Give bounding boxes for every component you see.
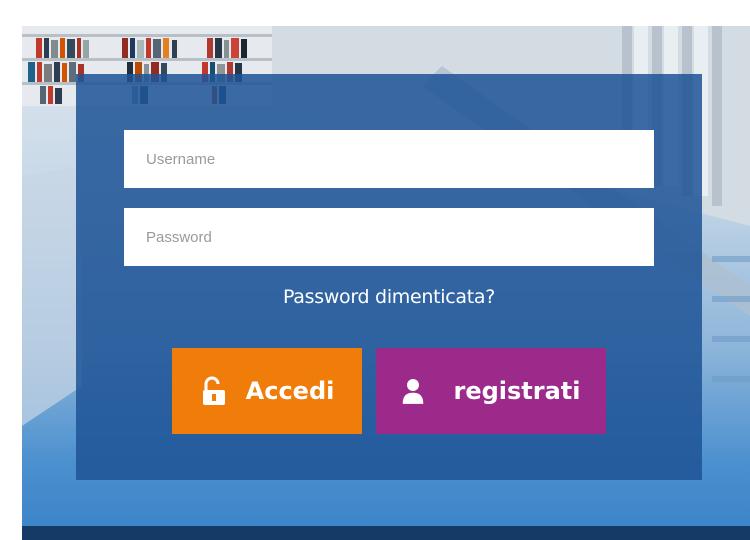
page-frame: Password dimenticata? Accedi registrati <box>0 0 750 540</box>
login-panel: Password dimenticata? Accedi registrati <box>76 74 702 480</box>
unlock-icon <box>200 376 228 406</box>
forgot-password-link[interactable]: Password dimenticata? <box>76 286 702 308</box>
login-button-label: Accedi <box>245 377 335 405</box>
password-input[interactable] <box>124 208 654 266</box>
username-input[interactable] <box>124 130 654 188</box>
footer-bar <box>22 526 750 540</box>
register-button[interactable]: registrati <box>376 348 606 434</box>
login-button[interactable]: Accedi <box>172 348 362 434</box>
user-icon <box>401 376 429 406</box>
register-button-label: registrati <box>453 377 581 405</box>
